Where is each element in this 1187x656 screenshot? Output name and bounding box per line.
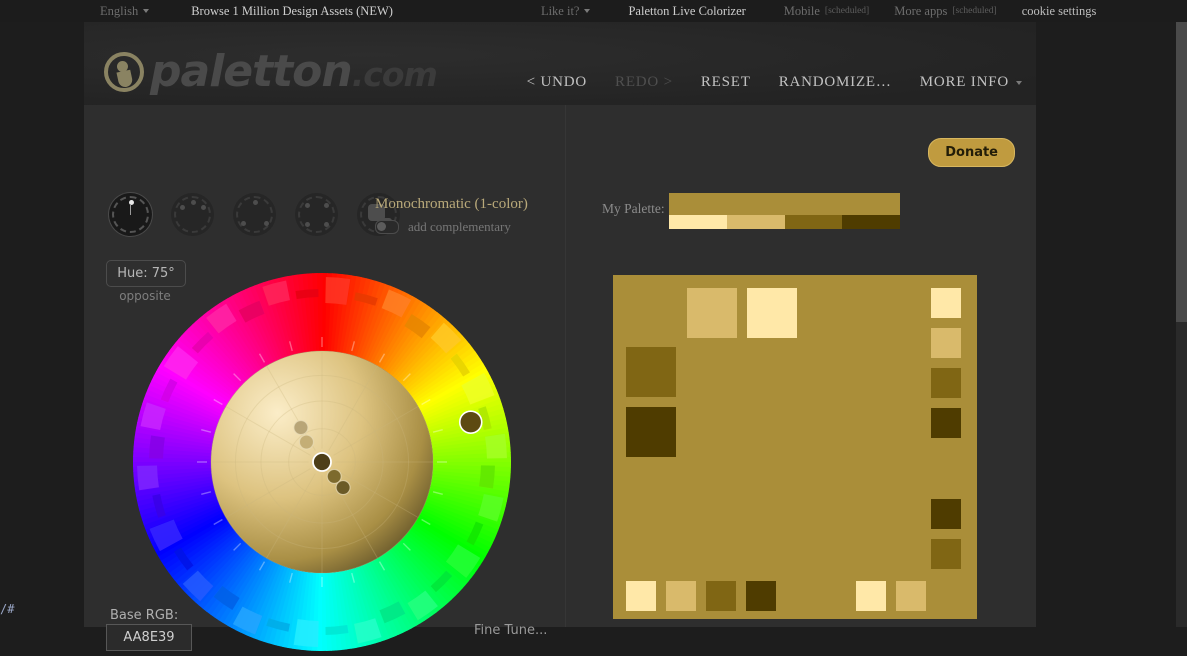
nav-reset[interactable]: RESET — [701, 74, 751, 91]
preview-swatch[interactable] — [931, 499, 961, 529]
color-marker-base[interactable] — [312, 452, 332, 472]
donate-button[interactable]: Donate — [928, 138, 1015, 167]
app-shell: paletton.com < UNDO REDO > RESET RANDOMI… — [84, 22, 1036, 651]
page-scrollbar-thumb[interactable] — [1176, 22, 1187, 322]
my-palette-swatch[interactable] — [726, 215, 785, 229]
color-marker-light-2[interactable] — [293, 420, 309, 436]
preview-swatch[interactable] — [931, 408, 961, 438]
scheme-dot — [324, 203, 329, 208]
mobile-label: Mobile — [783, 3, 820, 18]
add-complementary-label: add complementary — [408, 219, 511, 234]
panel-divider — [565, 105, 566, 627]
page-corner-fragment: /# — [0, 602, 15, 616]
promo-link[interactable]: Browse 1 Million Design Assets (NEW) — [191, 4, 393, 19]
scheme-dot — [241, 221, 246, 226]
top-utility-bar: English Browse 1 Million Design Assets (… — [0, 0, 1187, 22]
preview-swatch[interactable] — [856, 581, 886, 611]
hue-ring-segment[interactable] — [293, 619, 319, 647]
my-palette-swatch[interactable] — [842, 215, 900, 229]
scheme-dot — [180, 205, 185, 210]
fine-tune-link[interactable]: Fine Tune... — [474, 623, 547, 638]
logo[interactable]: paletton.com — [104, 46, 438, 97]
color-wheel[interactable] — [133, 273, 511, 651]
scheme-tetrad-button[interactable] — [295, 193, 338, 236]
logo-text: paletton.com — [150, 46, 438, 97]
scheme-dot — [264, 221, 269, 226]
scheme-adjacent-button[interactable] — [171, 193, 214, 236]
color-marker-light-1[interactable] — [298, 434, 315, 450]
app-body: Donate Monochromatic (1-color) add compl… — [84, 105, 1036, 651]
hue-ring-segment[interactable] — [479, 465, 495, 489]
live-colorizer-link[interactable]: Paletton Live Colorizer — [628, 4, 745, 19]
mobile-link[interactable]: Mobile [scheduled] — [784, 4, 869, 19]
add-complementary-toggle[interactable]: add complementary — [375, 219, 511, 235]
logo-main: paletton — [150, 46, 353, 97]
hue-marker[interactable] — [458, 410, 483, 434]
preview-swatch[interactable] — [626, 581, 656, 611]
scheme-dot — [201, 205, 206, 210]
preview-canvas[interactable] — [613, 275, 977, 619]
my-palette-main-swatch[interactable] — [669, 193, 900, 215]
chevron-down-icon — [1016, 80, 1022, 85]
my-palette-strip[interactable] — [669, 193, 900, 229]
my-palette-swatch[interactable] — [669, 215, 727, 229]
preview-swatch[interactable] — [666, 581, 696, 611]
nav-redo: REDO > — [615, 74, 673, 90]
toggle-switch-icon — [375, 220, 399, 234]
scheme-dot — [305, 222, 310, 227]
color-wheel-svg[interactable] — [133, 273, 511, 651]
scheme-type-selector — [109, 193, 400, 236]
scheme-triad-button[interactable] — [233, 193, 276, 236]
paletton-logo-icon — [104, 51, 144, 92]
preview-swatch[interactable] — [931, 368, 961, 398]
like-it-label: Like it? — [540, 3, 580, 18]
preview-swatch[interactable] — [896, 581, 926, 611]
my-palette-swatch[interactable] — [784, 215, 843, 229]
cookie-settings-link[interactable]: cookie settings — [1022, 4, 1097, 19]
nav-more-info[interactable]: MORE INFO — [920, 74, 1022, 91]
base-rgb-label: Base RGB: — [110, 608, 179, 623]
preview-swatch[interactable] — [626, 347, 676, 397]
scheme-dot — [252, 200, 258, 205]
chevron-down-icon — [584, 9, 591, 13]
like-it-menu[interactable]: Like it? — [541, 4, 591, 19]
preview-swatch[interactable] — [931, 288, 961, 318]
scheme-type-label: Monochromatic (1-color) — [375, 196, 528, 212]
nav-more-info-label: MORE INFO — [919, 74, 1009, 90]
scheme-monochromatic-button[interactable] — [109, 193, 152, 236]
preview-swatch[interactable] — [931, 539, 961, 569]
mobile-scheduled-badge: [scheduled] — [824, 6, 870, 16]
preview-swatch[interactable] — [687, 288, 737, 338]
language-label: English — [100, 3, 139, 18]
page-root: English Browse 1 Million Design Assets (… — [0, 0, 1187, 651]
hue-ring-segment[interactable] — [325, 277, 351, 305]
tick-ring-icon — [298, 196, 335, 233]
more-apps-label: More apps — [894, 3, 948, 18]
more-apps-link[interactable]: More apps [scheduled] — [894, 4, 996, 19]
preview-swatch[interactable] — [931, 328, 961, 358]
scheme-dot — [190, 200, 196, 205]
scheme-dot — [324, 222, 329, 227]
hue-ring-segment[interactable] — [485, 433, 507, 459]
preview-swatch[interactable] — [626, 407, 676, 457]
chevron-down-icon — [143, 9, 150, 13]
nav-undo[interactable]: < UNDO — [527, 74, 587, 91]
preview-swatch[interactable] — [747, 288, 797, 338]
logo-tld: .com — [351, 55, 438, 94]
hue-ring-segment[interactable] — [137, 465, 159, 491]
preview-swatch[interactable] — [746, 581, 776, 611]
my-palette-swatch-row[interactable] — [669, 215, 900, 229]
more-apps-scheduled-badge: [scheduled] — [952, 6, 997, 16]
my-palette-label: My Palette: — [602, 201, 665, 216]
language-selector[interactable]: English — [100, 3, 150, 19]
scheme-spoke — [130, 204, 131, 215]
preview-swatch[interactable] — [706, 581, 736, 611]
scheme-dot — [305, 203, 310, 208]
app-header: paletton.com < UNDO REDO > RESET RANDOMI… — [84, 22, 1036, 105]
hue-ring-segment[interactable] — [149, 435, 165, 459]
color-marker-dark-2[interactable] — [335, 479, 351, 496]
base-rgb-input[interactable]: AA8E39 — [106, 624, 192, 651]
main-nav: < UNDO REDO > RESET RANDOMIZE… MORE INFO — [527, 74, 1022, 91]
nav-randomize[interactable]: RANDOMIZE… — [779, 74, 892, 91]
